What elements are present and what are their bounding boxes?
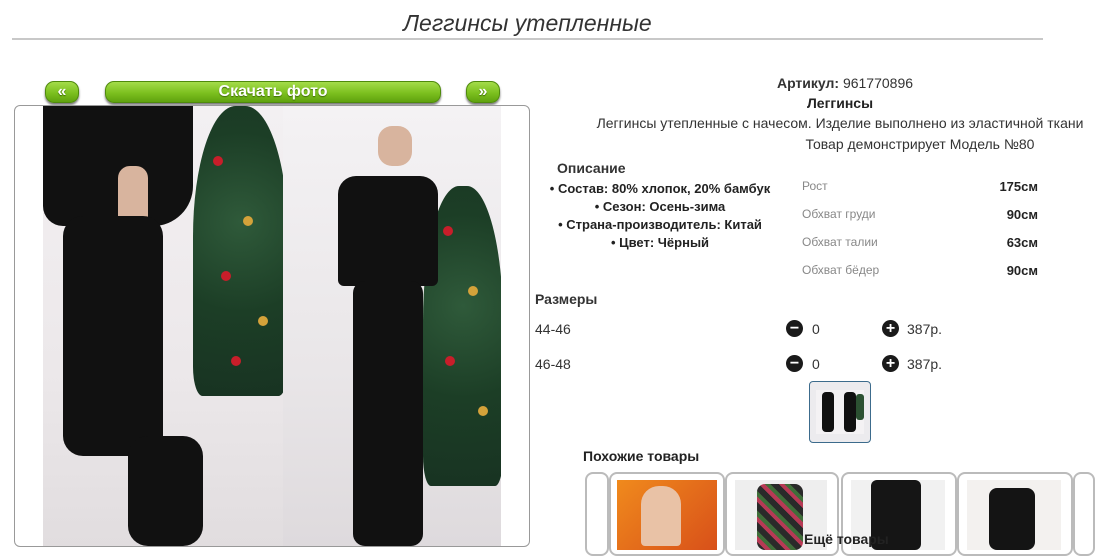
size-label: 44-46 <box>535 321 571 337</box>
product-type: Леггинсы <box>806 95 874 111</box>
size-row: 44-46 − 0 + 387р. <box>535 317 955 341</box>
attribute-item: • Сезон: Осень-зима <box>594 199 726 214</box>
plus-circle-icon[interactable]: + <box>882 320 899 337</box>
similar-product-card[interactable] <box>609 472 725 556</box>
title-divider <box>12 38 1043 40</box>
model-measurements: Рост 175см Обхват груди 90см Обхват тали… <box>802 176 1042 288</box>
more-products-caption: Ещё товары <box>804 531 889 547</box>
product-photo-frame <box>14 105 530 547</box>
similar-scroll-left[interactable] <box>585 472 609 556</box>
measurement-row: Рост 175см <box>802 176 1042 204</box>
size-price: 387р. <box>907 356 943 372</box>
size-row: 46-48 − 0 + 387р. <box>535 352 955 376</box>
measurement-label: Рост <box>802 179 828 193</box>
minus-circle-icon[interactable]: − <box>786 355 803 372</box>
size-label: 46-48 <box>535 356 571 372</box>
measurement-label: Обхват груди <box>802 207 876 221</box>
quantity-value: 0 <box>812 321 820 337</box>
sku-label: Артикул: <box>776 75 840 91</box>
download-photo-button[interactable]: Скачать фото <box>105 81 441 103</box>
attribute-item: • Цвет: Чёрный <box>610 235 710 250</box>
attribute-list: • Состав: 80% хлопок, 20% бамбук • Сезон… <box>520 180 800 252</box>
next-photo-button[interactable]: » <box>466 81 500 103</box>
description-heading: Описание <box>557 160 626 176</box>
measurement-value: 90см <box>1006 263 1038 278</box>
quantity-value: 0 <box>812 356 820 372</box>
measurement-label: Обхват талии <box>802 235 878 249</box>
product-photo-fullbody[interactable] <box>283 106 501 546</box>
sku-line: Артикул: 961770896 <box>700 75 990 91</box>
measurement-row: Обхват груди 90см <box>802 204 1042 232</box>
minus-circle-icon[interactable]: − <box>786 320 803 337</box>
prev-photo-button[interactable]: « <box>45 81 79 103</box>
measurement-row: Обхват бёдер 90см <box>802 260 1042 288</box>
attribute-item: • Страна-производитель: Китай <box>558 217 762 232</box>
sku-value: 961770896 <box>842 75 914 91</box>
page-title: Леггинсы утепленные <box>403 10 652 36</box>
plus-circle-icon[interactable]: + <box>882 355 899 372</box>
measurement-label: Обхват бёдер <box>802 263 880 277</box>
measurement-value: 90см <box>1006 207 1038 222</box>
measurement-value: 175см <box>999 179 1038 194</box>
attribute-item: • Состав: 80% хлопок, 20% бамбук <box>549 181 771 196</box>
similar-scroll-right[interactable] <box>1073 472 1095 556</box>
product-description: Леггинсы утепленные с начесом. Изделие в… <box>596 115 1084 131</box>
photo-thumbnail[interactable] <box>809 381 871 443</box>
measurement-value: 63см <box>1006 235 1038 250</box>
sizes-heading: Размеры <box>535 291 598 307</box>
measurement-row: Обхват талии 63см <box>802 232 1042 260</box>
product-photo-closeup[interactable] <box>43 106 283 546</box>
similar-product-card[interactable] <box>957 472 1073 556</box>
similar-products-heading: Похожие товары <box>583 448 700 464</box>
size-price: 387р. <box>907 321 943 337</box>
model-note: Товар демонстрирует Модель №80 <box>805 136 1035 152</box>
